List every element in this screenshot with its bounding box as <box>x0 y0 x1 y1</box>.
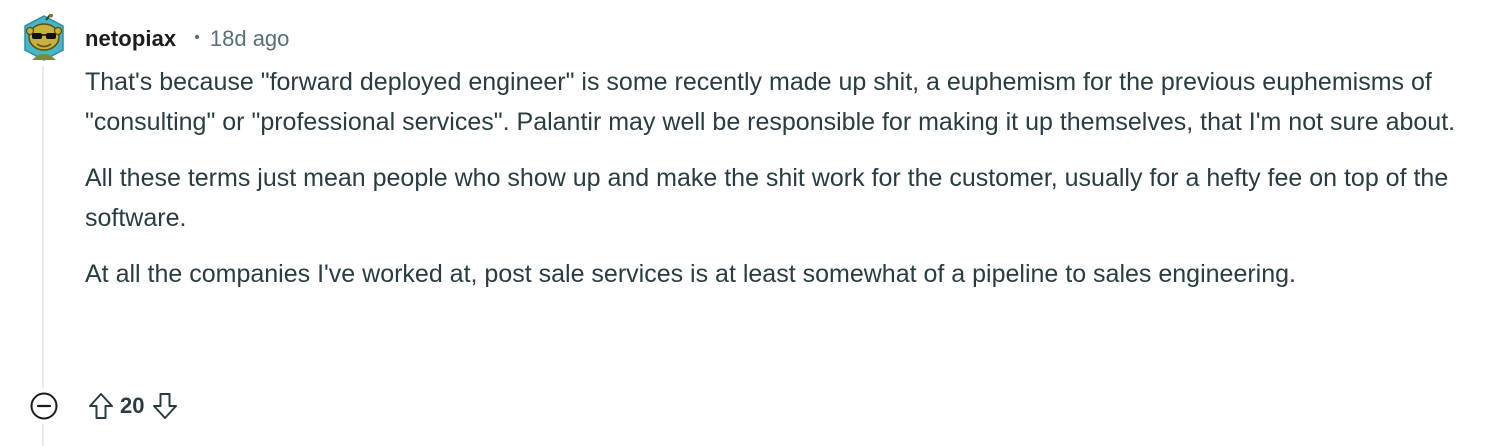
vote-controls: 20 <box>84 388 182 424</box>
vote-score: 20 <box>120 393 145 418</box>
author-username[interactable]: netopiax <box>85 26 176 52</box>
collapse-minus-icon <box>30 392 58 420</box>
meta-separator: • <box>194 29 200 46</box>
comment-paragraph: At all the companies I've worked at, pos… <box>85 260 1296 288</box>
snoo-avatar-icon <box>24 13 64 61</box>
comment-header: netopiax • 18d ago <box>85 25 289 53</box>
comment-timestamp[interactable]: 18d ago <box>210 26 290 52</box>
upvote-arrow-icon <box>89 393 113 419</box>
downvote-button[interactable] <box>148 388 182 424</box>
comment-action-bar: 20 <box>26 388 182 424</box>
upvote-button[interactable] <box>84 388 118 424</box>
collapse-button[interactable] <box>26 388 62 424</box>
comment-body: That's because "forward deployed enginee… <box>85 62 1475 310</box>
downvote-arrow-icon <box>153 393 178 419</box>
avatar[interactable] <box>22 13 66 62</box>
comment-paragraph: That's because "forward deployed enginee… <box>85 68 1456 136</box>
comment-paragraph: All these terms just mean people who sho… <box>85 164 1449 232</box>
